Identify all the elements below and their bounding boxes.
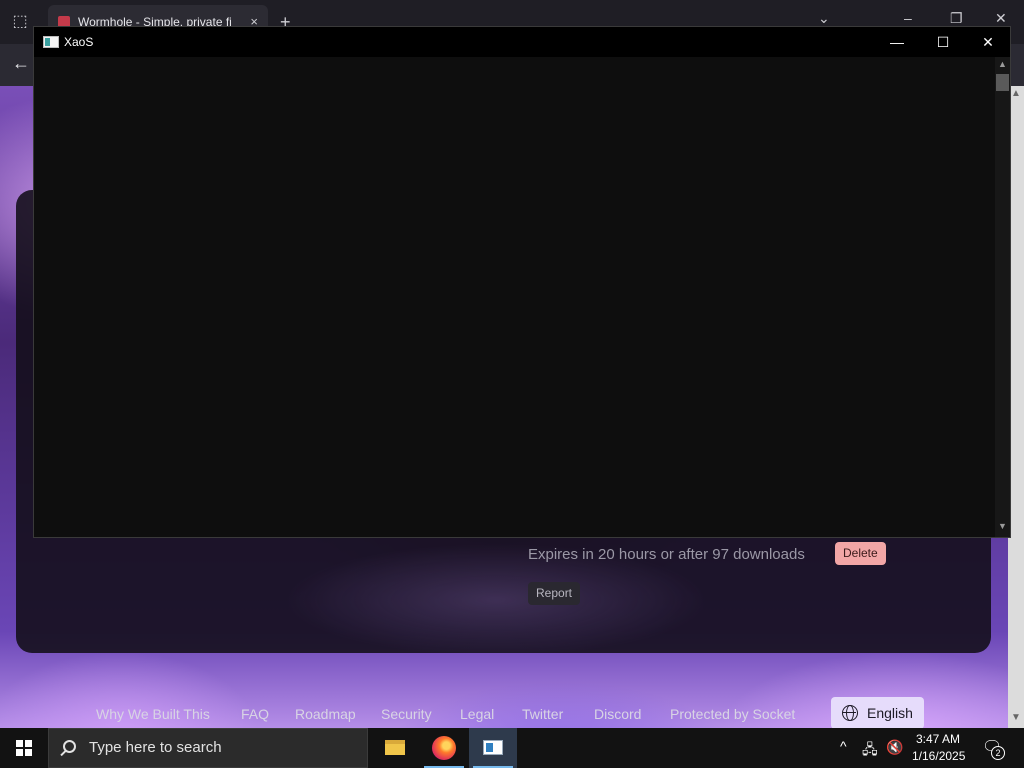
globe-icon	[842, 705, 858, 721]
taskbar-file-explorer[interactable]	[371, 728, 419, 768]
clock-time[interactable]: 3:47 AM	[916, 732, 960, 746]
xaos-scroll-up-icon[interactable]: ▲	[998, 59, 1007, 69]
footer-link-socket[interactable]: Protected by Socket	[670, 706, 795, 722]
footer-link-security[interactable]: Security	[381, 706, 432, 722]
delete-button[interactable]: Delete	[835, 542, 886, 565]
xaos-window-title: XaoS	[64, 35, 94, 49]
xaos-app-icon	[43, 36, 59, 48]
desktop: ⬚ Wormhole - Simple, private fi × + ⌄ – …	[0, 0, 1024, 768]
xaos-fractal-canvas[interactable]	[34, 57, 995, 537]
xaos-minimize-button[interactable]: —	[874, 27, 920, 57]
firefox-icon	[432, 736, 456, 760]
page-scroll-down-icon[interactable]: ▼	[1011, 712, 1021, 723]
report-button[interactable]: Report	[528, 582, 581, 605]
xaos-window: XaoS — ☐ ✕ ▲ ▼	[33, 26, 1011, 538]
network-icon[interactable]: 🖧	[862, 739, 878, 763]
clock-date[interactable]: 1/16/2025	[912, 749, 965, 763]
footer-link-twitter[interactable]: Twitter	[522, 706, 563, 722]
start-button[interactable]	[0, 728, 48, 768]
browser-minimize-button[interactable]: –	[904, 10, 912, 26]
taskbar-xaos[interactable]	[469, 728, 517, 768]
search-icon	[63, 740, 76, 753]
xaos-scroll-down-icon[interactable]: ▼	[998, 521, 1007, 531]
footer-link-why[interactable]: Why We Built This	[96, 706, 210, 722]
windows-logo-icon	[16, 740, 32, 756]
xaos-title-bar[interactable]: XaoS — ☐ ✕	[34, 27, 1010, 57]
browser-close-button[interactable]: ✕	[995, 10, 1007, 27]
xaos-scroll-thumb[interactable]	[996, 74, 1009, 91]
chevron-down-icon[interactable]: ⌄	[818, 10, 830, 27]
xaos-maximize-button[interactable]: ☐	[920, 27, 966, 57]
browser-restore-button[interactable]: ❐	[950, 10, 963, 27]
search-placeholder: Type here to search	[89, 739, 222, 756]
footer-link-legal[interactable]: Legal	[460, 706, 494, 722]
language-label: English	[867, 705, 913, 721]
folder-icon	[385, 740, 405, 755]
page-scroll-up-icon[interactable]: ▲	[1011, 88, 1021, 99]
taskbar: Type here to search ^ 🖧 🔇 3:47 AM 1/16/2…	[0, 728, 1024, 768]
expires-text: Expires in 20 hours or after 97 download…	[528, 546, 805, 563]
tray-chevron-icon[interactable]: ^	[840, 738, 847, 754]
taskbar-search-input[interactable]: Type here to search	[48, 728, 368, 768]
tab-list-icon: ⬚	[12, 13, 28, 30]
xaos-close-button[interactable]: ✕	[965, 27, 1011, 57]
taskbar-firefox[interactable]	[420, 728, 468, 768]
footer-link-discord[interactable]: Discord	[594, 706, 641, 722]
xaos-app-icon	[483, 740, 503, 755]
back-arrow-icon[interactable]: ←	[12, 53, 30, 74]
xaos-scrollbar[interactable]: ▲ ▼	[995, 57, 1010, 537]
footer-link-faq[interactable]: FAQ	[241, 706, 269, 722]
language-button[interactable]: English	[831, 697, 924, 729]
tab-list-button[interactable]: ⬚	[8, 10, 32, 34]
notification-count-badge: 2	[991, 746, 1005, 760]
volume-muted-icon[interactable]: 🔇	[886, 739, 903, 756]
footer-link-roadmap[interactable]: Roadmap	[295, 706, 356, 722]
